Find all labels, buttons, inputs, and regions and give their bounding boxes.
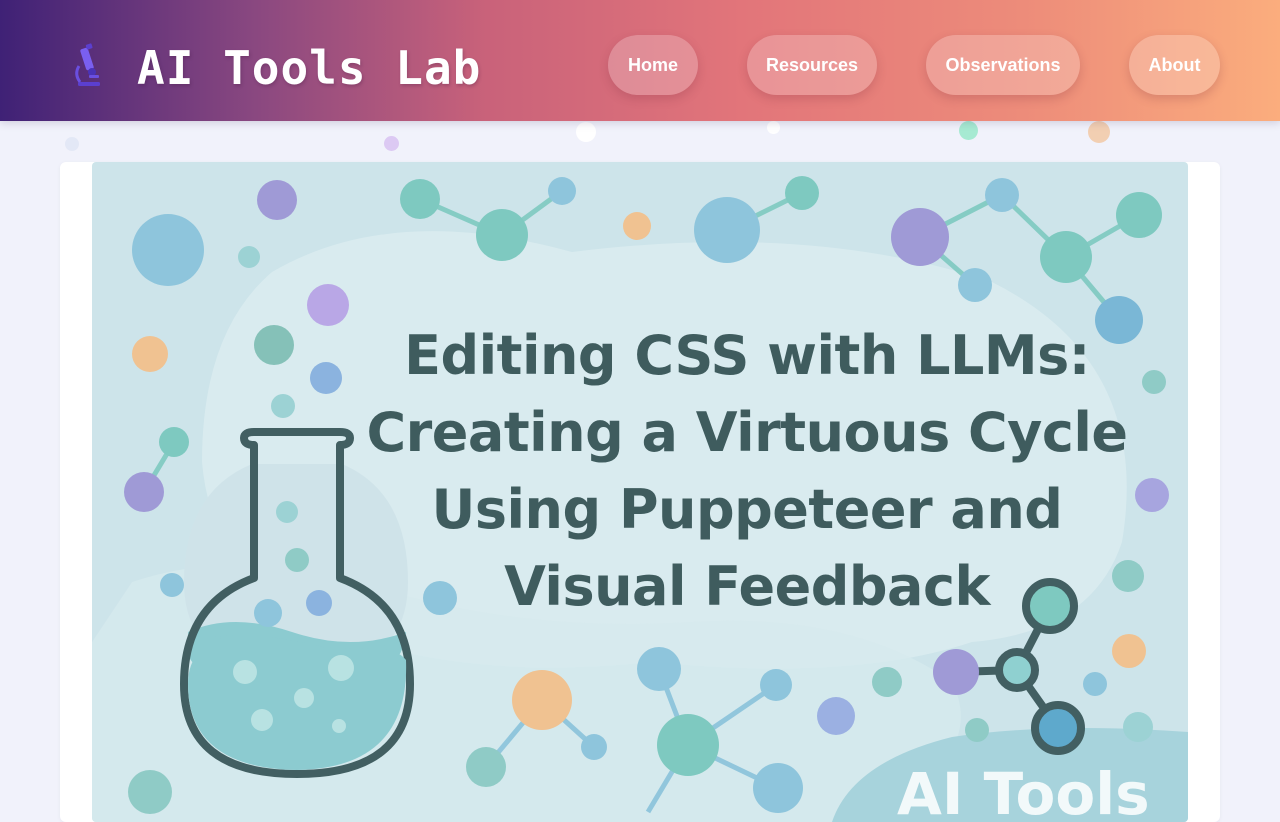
hero-title-line: Using Puppeteer and xyxy=(431,478,1063,541)
decor-dot xyxy=(576,122,596,142)
nav-resources[interactable]: Resources xyxy=(747,35,877,95)
nav-home[interactable]: Home xyxy=(608,35,698,95)
decor-dot xyxy=(767,121,780,134)
decor-dot xyxy=(384,136,399,151)
hero-watermark-text: AI Tools xyxy=(897,760,1150,822)
site-header: AI Tools Lab Home Resources Observations… xyxy=(0,0,1280,121)
decor-dot xyxy=(1088,121,1110,143)
hero-title-line: Visual Feedback xyxy=(504,555,990,618)
microscope-icon[interactable] xyxy=(70,42,106,88)
decor-dot xyxy=(959,121,978,140)
hero-title-line: Editing CSS with LLMs: xyxy=(404,324,1090,387)
hero-image[interactable]: Editing CSS with LLMs: Creating a Virtuo… xyxy=(92,162,1188,822)
nav-about[interactable]: About xyxy=(1129,35,1220,95)
site-title[interactable]: AI Tools Lab xyxy=(137,40,481,96)
decor-dot xyxy=(65,137,79,151)
nav-observations[interactable]: Observations xyxy=(926,35,1080,95)
hero-title: Editing CSS with LLMs: Creating a Virtuo… xyxy=(362,317,1132,625)
hero-title-line: Creating a Virtuous Cycle xyxy=(366,401,1128,464)
